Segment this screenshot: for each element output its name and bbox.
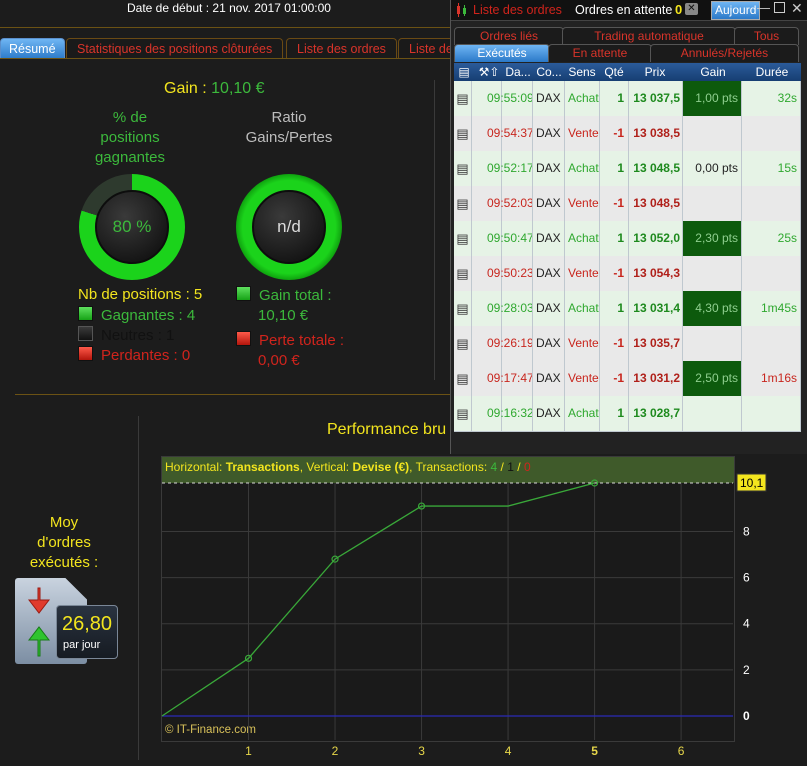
x-tick-label: 4 xyxy=(505,744,512,758)
x-tick-label: 1 xyxy=(245,744,252,758)
last-value-label: 10,1 xyxy=(740,476,764,490)
x-tick-label: 5 xyxy=(591,744,598,758)
performance-chart: 1 2 3 4 5 6 0 2 4 6 8 10,1 xyxy=(161,473,767,758)
x-tick-label: 6 xyxy=(678,744,685,758)
y-tick-label: 0 xyxy=(743,709,750,723)
y-tick-label: 2 xyxy=(743,663,750,677)
performance-line xyxy=(161,482,595,717)
y-tick-label: 8 xyxy=(743,524,750,538)
x-tick-label: 2 xyxy=(332,744,339,758)
y-tick-label: 6 xyxy=(743,571,750,585)
y-tick-label: 4 xyxy=(743,617,750,631)
x-tick-label: 3 xyxy=(418,744,425,758)
